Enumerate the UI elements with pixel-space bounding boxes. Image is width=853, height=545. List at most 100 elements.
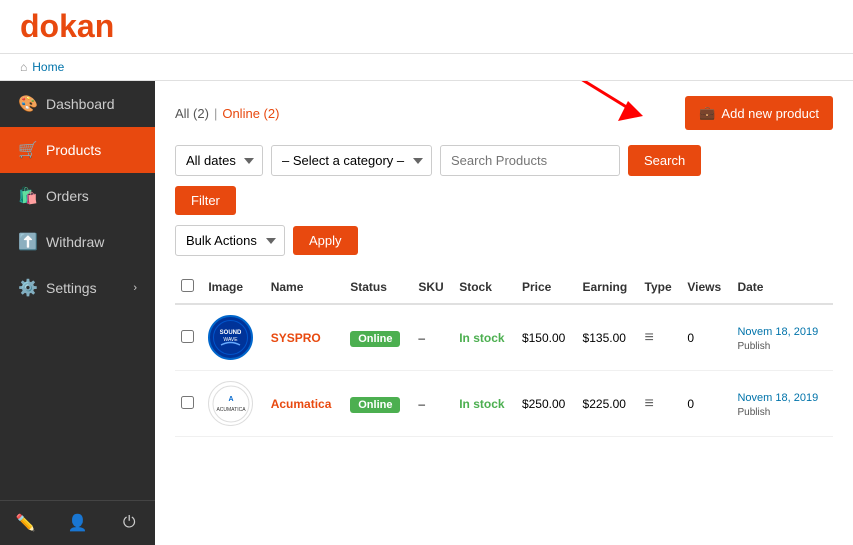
row1-price-cell: $150.00 <box>516 304 577 371</box>
row1-views-cell: 0 <box>681 304 731 371</box>
breadcrumb: ⌂ Home <box>0 54 853 81</box>
col-earning: Earning <box>577 271 639 304</box>
sidebar-bottom-user[interactable]: 👤 <box>52 501 104 545</box>
sidebar-bottom-power[interactable]: ⏻ <box>103 501 155 545</box>
sidebar-bottom-edit[interactable]: ✏️ <box>0 501 52 545</box>
add-product-button[interactable]: 💼 Add new product <box>685 96 833 130</box>
briefcase-icon: 💼 <box>699 105 715 121</box>
table-header-row: Image Name Status SKU Stock Price Earnin… <box>175 271 833 304</box>
row2-product-image: A ACUMATICA <box>208 381 253 426</box>
row1-name-cell: SYSPRO <box>265 304 345 371</box>
col-sku: SKU <box>412 271 453 304</box>
row2-type-cell: ≡ <box>639 371 682 437</box>
sidebar: 🎨 Dashboard 🛒 Products 🛍️ Orders ⬆️ With… <box>0 81 155 545</box>
row1-stock-cell: In stock <box>453 304 516 371</box>
filter-btn-row: Filter <box>175 186 833 225</box>
sidebar-item-settings[interactable]: ⚙️ Settings › <box>0 265 155 311</box>
main-content: All (2) | Online (2) 💼 Add new product A… <box>155 81 853 545</box>
select-all-checkbox[interactable] <box>181 279 194 292</box>
svg-text:A: A <box>228 396 233 403</box>
orders-icon: 🛍️ <box>18 186 36 206</box>
products-table: Image Name Status SKU Stock Price Earnin… <box>175 271 833 437</box>
dashboard-icon: 🎨 <box>18 94 36 114</box>
svg-text:ACUMATICA: ACUMATICA <box>216 407 246 413</box>
row2-image-cell: A ACUMATICA <box>202 371 264 437</box>
row1-product-name[interactable]: SYSPRO <box>271 331 321 345</box>
row2-stock-value: In stock <box>459 397 504 411</box>
filters-row: All dates – Select a category – Search <box>175 145 833 176</box>
row1-earning-cell: $135.00 <box>577 304 639 371</box>
user-icon: 👤 <box>68 513 88 533</box>
tabs-row: All (2) | Online (2) 💼 Add new product <box>175 96 833 130</box>
row2-date-cell: Novem 18, 2019 Publish <box>731 371 833 437</box>
add-product-container: 💼 Add new product <box>685 96 833 130</box>
settings-icon: ⚙️ <box>18 278 36 298</box>
col-price: Price <box>516 271 577 304</box>
chevron-right-icon: › <box>133 282 137 294</box>
arrow-annotation <box>558 81 658 126</box>
main-layout: 🎨 Dashboard 🛒 Products 🛍️ Orders ⬆️ With… <box>0 81 853 545</box>
bulk-row: Bulk Actions Apply <box>175 225 833 256</box>
row2-checkbox-cell <box>175 371 202 437</box>
row2-views-cell: 0 <box>681 371 731 437</box>
col-image: Image <box>202 271 264 304</box>
products-icon: 🛒 <box>18 140 36 160</box>
withdraw-icon: ⬆️ <box>18 232 36 252</box>
table-row: SOUND WAVE SYSPRO Online – <box>175 304 833 371</box>
col-name: Name <box>265 271 345 304</box>
logo: dokan <box>20 8 114 45</box>
row1-date-sub: Publish <box>737 341 770 352</box>
date-filter-select[interactable]: All dates <box>175 145 263 176</box>
sidebar-item-dashboard[interactable]: 🎨 Dashboard <box>0 81 155 127</box>
edit-icon: ✏️ <box>16 513 36 533</box>
row2-status-cell: Online <box>344 371 412 437</box>
col-views: Views <box>681 271 731 304</box>
apply-button[interactable]: Apply <box>293 226 358 255</box>
row2-sku-cell: – <box>412 371 453 437</box>
top-header: dokan <box>0 0 853 54</box>
category-filter-select[interactable]: – Select a category – <box>271 145 432 176</box>
home-icon: ⌂ <box>20 60 27 74</box>
power-icon: ⏻ <box>123 514 136 532</box>
search-button[interactable]: Search <box>628 145 701 176</box>
tab-all[interactable]: All (2) <box>175 106 209 121</box>
bulk-actions-select[interactable]: Bulk Actions <box>175 225 285 256</box>
tab-online[interactable]: Online (2) <box>222 106 279 121</box>
row2-checkbox[interactable] <box>181 396 194 409</box>
search-input[interactable] <box>440 145 620 176</box>
row1-sku-cell: – <box>412 304 453 371</box>
row2-stock-cell: In stock <box>453 371 516 437</box>
row1-date-text: Novem 18, 2019 <box>737 326 818 338</box>
table-body: SOUND WAVE SYSPRO Online – <box>175 304 833 437</box>
row1-type-icon: ≡ <box>645 329 654 346</box>
col-stock: Stock <box>453 271 516 304</box>
row1-checkbox-cell <box>175 304 202 371</box>
sidebar-label-settings: Settings <box>46 280 97 296</box>
col-status: Status <box>344 271 412 304</box>
logo-letter: d <box>20 8 40 44</box>
row1-checkbox[interactable] <box>181 330 194 343</box>
acumatica-logo-svg: A ACUMATICA <box>212 385 250 423</box>
row1-date-cell: Novem 18, 2019 Publish <box>731 304 833 371</box>
add-product-label: Add new product <box>721 106 819 121</box>
sidebar-item-withdraw[interactable]: ⬆️ Withdraw <box>0 219 155 265</box>
sidebar-item-orders[interactable]: 🛍️ Orders <box>0 173 155 219</box>
table-row: A ACUMATICA Acumatica Online – In stock <box>175 371 833 437</box>
tabs: All (2) | Online (2) <box>175 106 279 121</box>
sidebar-bottom: ✏️ 👤 ⏻ <box>0 500 155 545</box>
breadcrumb-home-label[interactable]: Home <box>32 60 64 74</box>
row2-product-name[interactable]: Acumatica <box>271 397 332 411</box>
svg-text:SOUND: SOUND <box>220 330 242 336</box>
row1-status-cell: Online <box>344 304 412 371</box>
col-checkbox <box>175 271 202 304</box>
row1-status-badge: Online <box>350 331 400 347</box>
tab-separator: | <box>214 106 217 121</box>
syspro-logo-svg: SOUND WAVE <box>213 320 248 355</box>
row2-date-sub: Publish <box>737 407 770 418</box>
col-date: Date <box>731 271 833 304</box>
filter-button[interactable]: Filter <box>175 186 236 215</box>
sidebar-label-orders: Orders <box>46 188 89 204</box>
row2-type-icon: ≡ <box>645 395 654 412</box>
sidebar-item-products[interactable]: 🛒 Products <box>0 127 155 173</box>
sidebar-label-dashboard: Dashboard <box>46 96 115 112</box>
